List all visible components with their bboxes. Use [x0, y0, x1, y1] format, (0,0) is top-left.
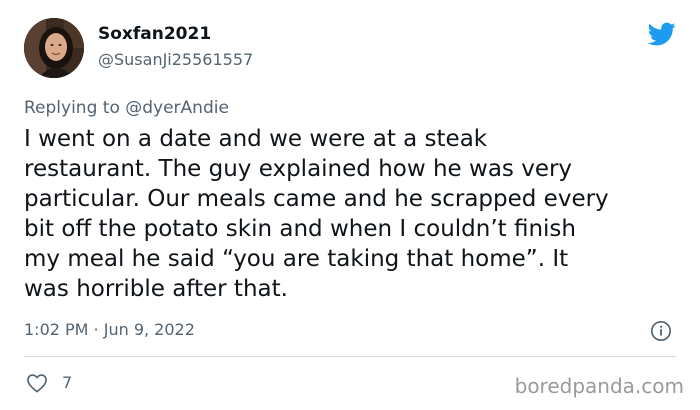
divider	[24, 356, 676, 357]
user-handle[interactable]: @SusanJi25561557	[98, 50, 253, 69]
tweet-line: was horrible after that.	[24, 276, 288, 302]
avatar-photo	[24, 18, 84, 78]
avatar[interactable]	[24, 18, 84, 78]
like-count: 7	[62, 373, 73, 392]
tweet-line: particular. Our meals came and he scrapp…	[24, 186, 609, 212]
info-icon[interactable]	[650, 320, 672, 342]
tweet-text: I went on a date and we were at a steak …	[24, 124, 684, 304]
display-name[interactable]: Soxfan2021	[98, 24, 211, 44]
tweet-timestamp[interactable]: 1:02 PM · Jun 9, 2022	[24, 320, 195, 339]
reply-mention-link[interactable]: @dyerAndie	[125, 98, 229, 118]
twitter-bird-icon[interactable]	[646, 20, 678, 48]
heart-icon[interactable]	[26, 373, 48, 393]
watermark: boredpanda.com	[514, 374, 684, 398]
tweet-line: restaurant. The guy explained how he was…	[24, 156, 573, 182]
replying-to: Replying to @dyerAndie	[24, 98, 229, 118]
replying-to-label: Replying to	[24, 98, 120, 118]
tweet-line: bit off the potato skin and when I could…	[24, 216, 576, 242]
tweet-line: my meal he said “you are taking that hom…	[24, 246, 569, 272]
tweet-line: I went on a date and we were at a steak	[24, 126, 488, 152]
